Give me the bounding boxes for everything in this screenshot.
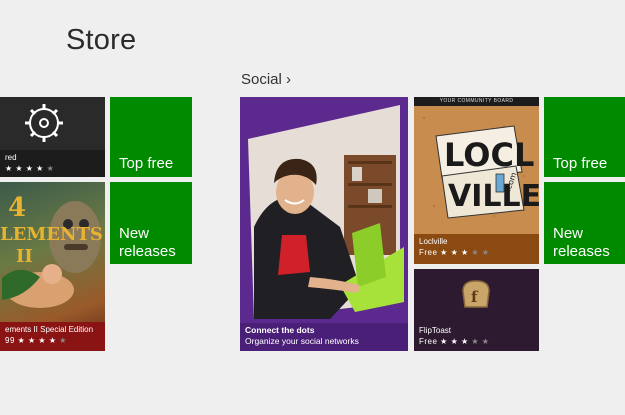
top-free-tile-social[interactable]: Top free (544, 97, 625, 177)
app-info: Connect the dots Organize your social ne… (240, 323, 408, 351)
logo-text-bottom: VILLE (448, 179, 539, 214)
toast-icon: f (462, 280, 490, 308)
app-name: ements II Special Edition (5, 325, 94, 334)
svg-text:LEMENTS: LEMENTS (0, 224, 103, 245)
app-info: ements II Special Edition 99 ★ ★ ★ ★ ★ (0, 322, 105, 351)
app-info: Loclville Free ★ ★ ★ ★ ★ (414, 234, 539, 264)
board-banner: YOUR COMMUNITY BOARD (414, 97, 539, 106)
app-name: red (5, 153, 17, 162)
tile-label-line1: New (553, 225, 584, 242)
tile-label-line2: releases (553, 243, 610, 260)
svg-text:II: II (16, 246, 33, 267)
app-info: red ★ ★ ★ ★ ★ (0, 150, 105, 177)
new-releases-tile-left[interactable]: New releases (110, 182, 192, 264)
app-price: Free (419, 337, 438, 346)
logo-text-top: LOCL (444, 136, 534, 174)
hero-photo (248, 105, 404, 319)
new-releases-tile-social[interactable]: New releases (544, 182, 625, 264)
hero-subtitle: Organize your social networks (245, 336, 359, 346)
app-tile-fliptoast[interactable]: f FlipToast Free ★ ★ ★ ★ ★ (414, 269, 539, 351)
tile-label: Top free (119, 155, 174, 172)
tile-label-line2: releases (119, 243, 176, 260)
tile-label: New releases (553, 225, 610, 261)
app-name: FlipToast (419, 326, 452, 335)
social-hero-tile[interactable]: Connect the dots Organize your social ne… (240, 97, 408, 351)
tile-label: Top free (553, 155, 608, 172)
app-tile-1[interactable]: red ★ ★ ★ ★ ★ (0, 97, 105, 177)
hero-title: Connect the dots (245, 325, 315, 335)
game-art-image: 4 LEMENTS II (0, 193, 103, 308)
gear-icon (25, 104, 63, 142)
rating-stars: Free ★ ★ ★ ★ ★ (419, 248, 490, 257)
app-tile-2[interactable]: 4 LEMENTS II ements II Special Edition 9… (0, 182, 105, 351)
rating-stars: Free ★ ★ ★ ★ ★ (419, 337, 490, 346)
app-name: Loclville (419, 237, 448, 246)
app-info: FlipToast Free ★ ★ ★ ★ ★ (414, 323, 539, 351)
rating-stars: 99 ★ ★ ★ ★ ★ (5, 336, 67, 345)
svg-text:4: 4 (8, 193, 26, 223)
rating-stars: ★ ★ ★ ★ ★ (5, 164, 55, 173)
app-price: 99 (5, 336, 15, 345)
app-tile-loclville[interactable]: YOUR COMMUNITY BOARD LOCL VILLE .com Loc… (414, 97, 539, 264)
section-header-social[interactable]: Social › (241, 71, 291, 88)
top-free-tile-left[interactable]: Top free (110, 97, 192, 177)
tile-label-line1: New (119, 225, 150, 242)
tile-label: New releases (119, 225, 176, 261)
app-price: Free (419, 248, 438, 257)
page-title: Store (66, 24, 137, 56)
loclville-logo: LOCL VILLE .com (414, 106, 539, 234)
